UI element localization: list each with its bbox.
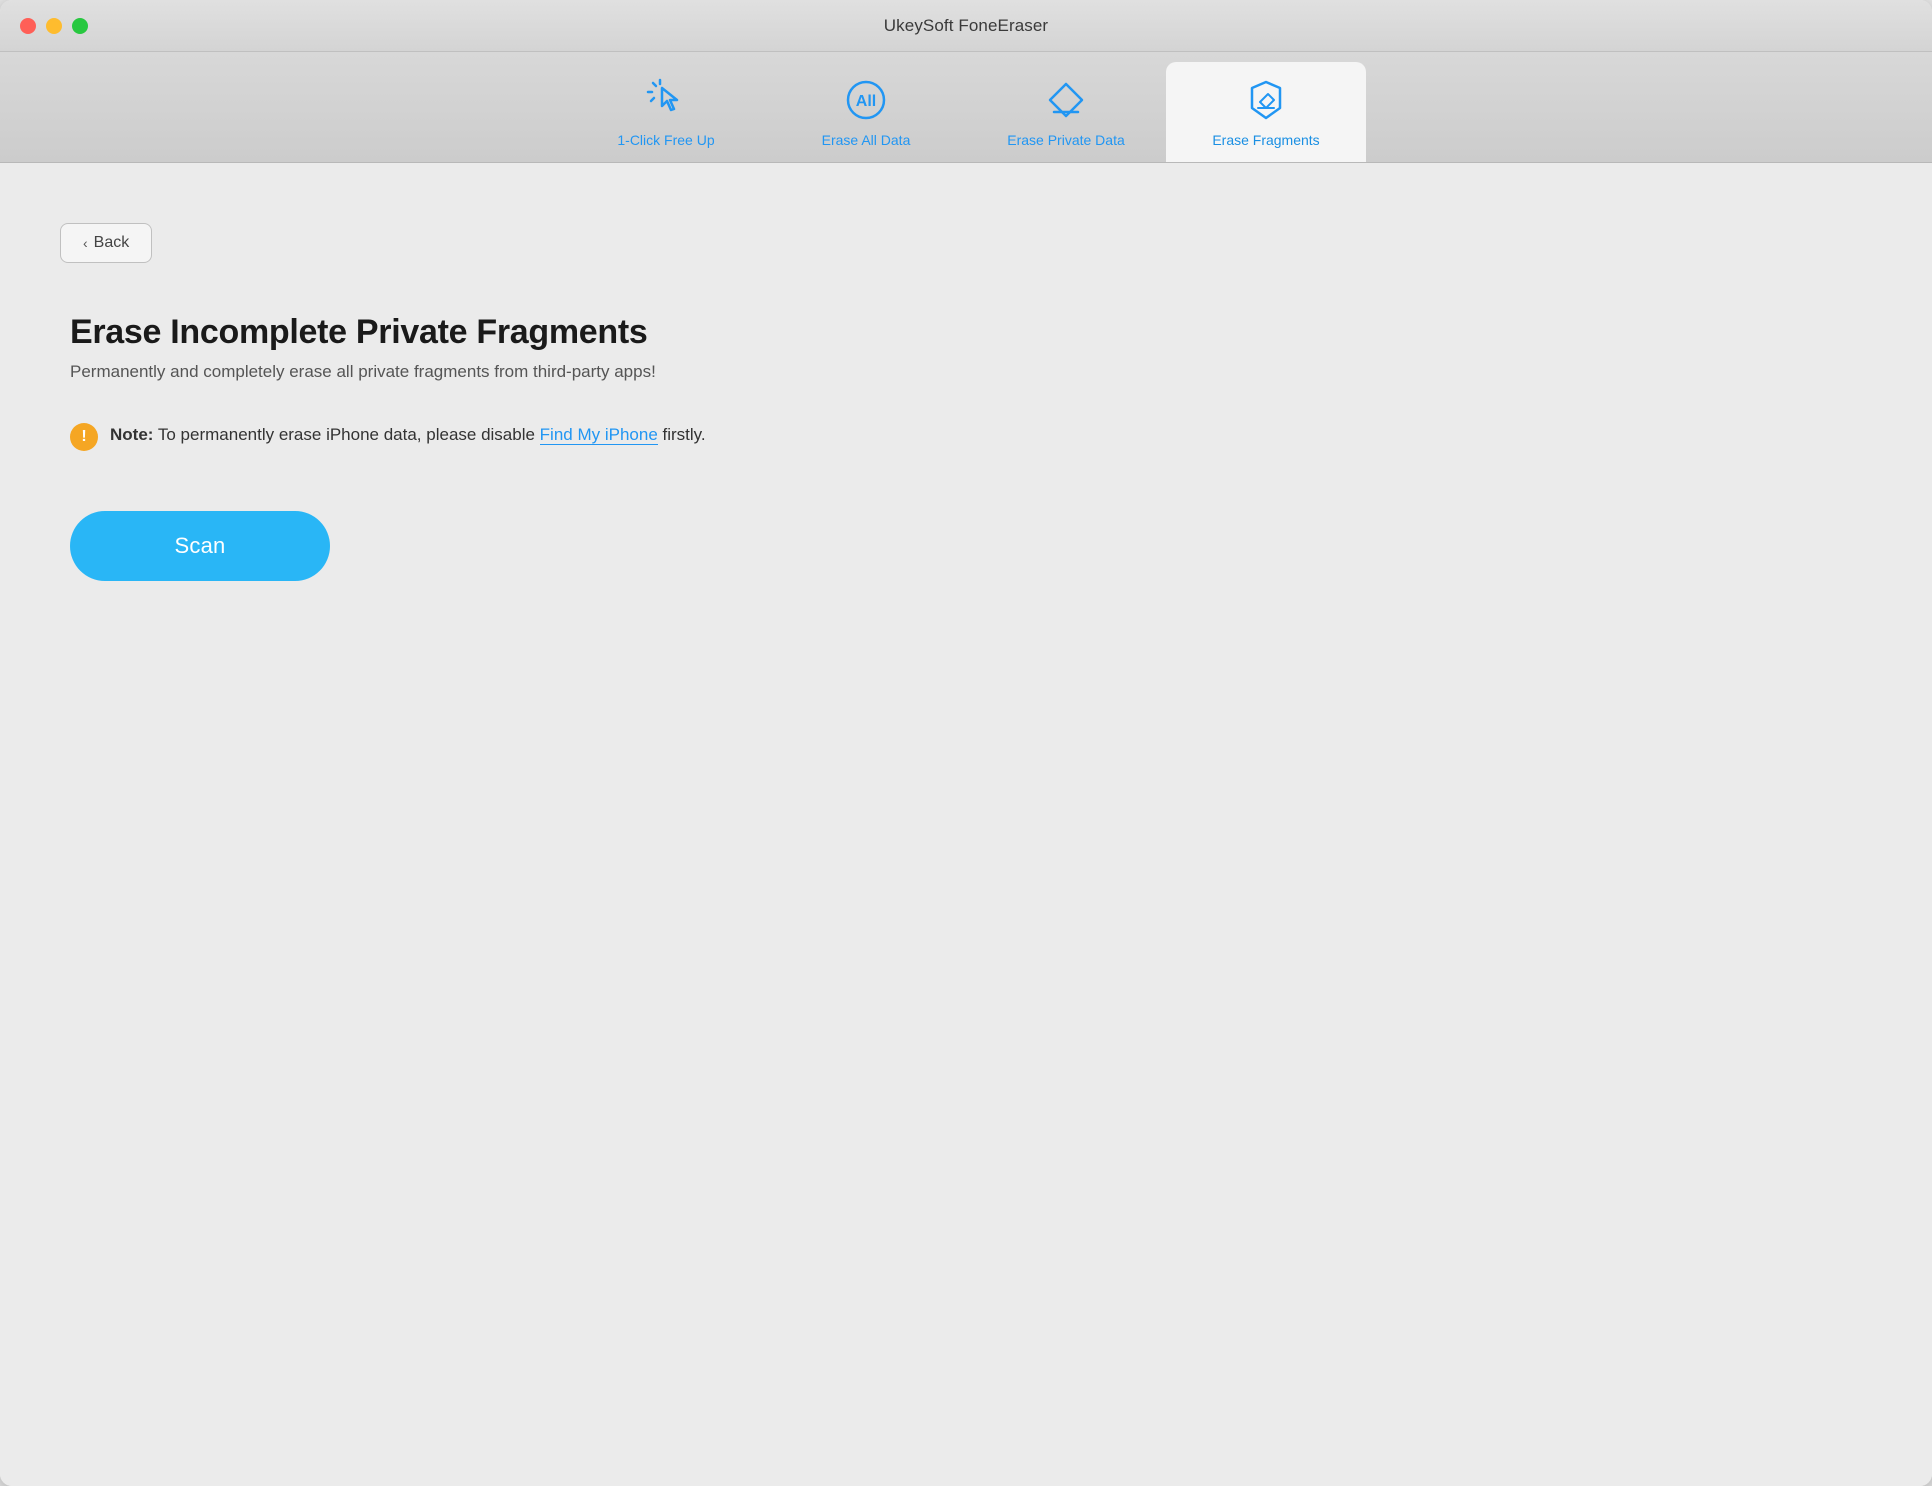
tab-erase-all-label: Erase All Data — [822, 132, 911, 148]
tab-erase-all-data[interactable]: All Erase All Data — [766, 62, 966, 162]
erase-all-icon: All — [840, 74, 892, 126]
note-body: To permanently erase iPhone data, please… — [153, 425, 539, 444]
content-section: Erase Incomplete Private Fragments Perma… — [60, 313, 1872, 581]
find-my-iphone-link[interactable]: Find My iPhone — [540, 425, 658, 445]
note-prefix: Note: — [110, 425, 153, 444]
back-chevron-icon: ‹ — [83, 235, 88, 251]
erase-private-icon — [1040, 74, 1092, 126]
scan-button[interactable]: Scan — [70, 511, 330, 581]
tab-erase-private-label: Erase Private Data — [1007, 132, 1125, 148]
back-button[interactable]: ‹ Back — [60, 223, 152, 263]
tab-one-click-label: 1-Click Free Up — [617, 132, 714, 148]
back-button-label: Back — [94, 234, 130, 252]
main-content: ‹ Back Erase Incomplete Private Fragment… — [0, 163, 1932, 1486]
window-title: UkeySoft FoneEraser — [884, 16, 1048, 36]
tab-erase-fragments-label: Erase Fragments — [1212, 132, 1319, 148]
close-button[interactable] — [20, 18, 36, 34]
note-row: ! Note: To permanently erase iPhone data… — [70, 422, 1862, 451]
tab-one-click-free-up[interactable]: 1-Click Free Up — [566, 62, 766, 162]
toolbar: 1-Click Free Up All Erase All Data — [0, 52, 1932, 163]
warning-exclamation: ! — [81, 429, 86, 445]
title-bar: UkeySoft FoneEraser — [0, 0, 1932, 52]
one-click-icon — [640, 74, 692, 126]
section-title: Erase Incomplete Private Fragments — [70, 313, 1862, 352]
note-suffix: firstly. — [658, 425, 706, 444]
warning-icon: ! — [70, 423, 98, 451]
maximize-button[interactable] — [72, 18, 88, 34]
minimize-button[interactable] — [46, 18, 62, 34]
tab-erase-fragments[interactable]: Erase Fragments — [1166, 62, 1366, 162]
erase-fragments-icon — [1240, 74, 1292, 126]
note-text: Note: To permanently erase iPhone data, … — [110, 422, 706, 448]
window-controls — [20, 18, 88, 34]
section-subtitle: Permanently and completely erase all pri… — [70, 362, 1862, 382]
tab-erase-private-data[interactable]: Erase Private Data — [966, 62, 1166, 162]
svg-text:All: All — [856, 93, 876, 110]
app-window: UkeySoft FoneEraser 1-Click Free Up — [0, 0, 1932, 1486]
